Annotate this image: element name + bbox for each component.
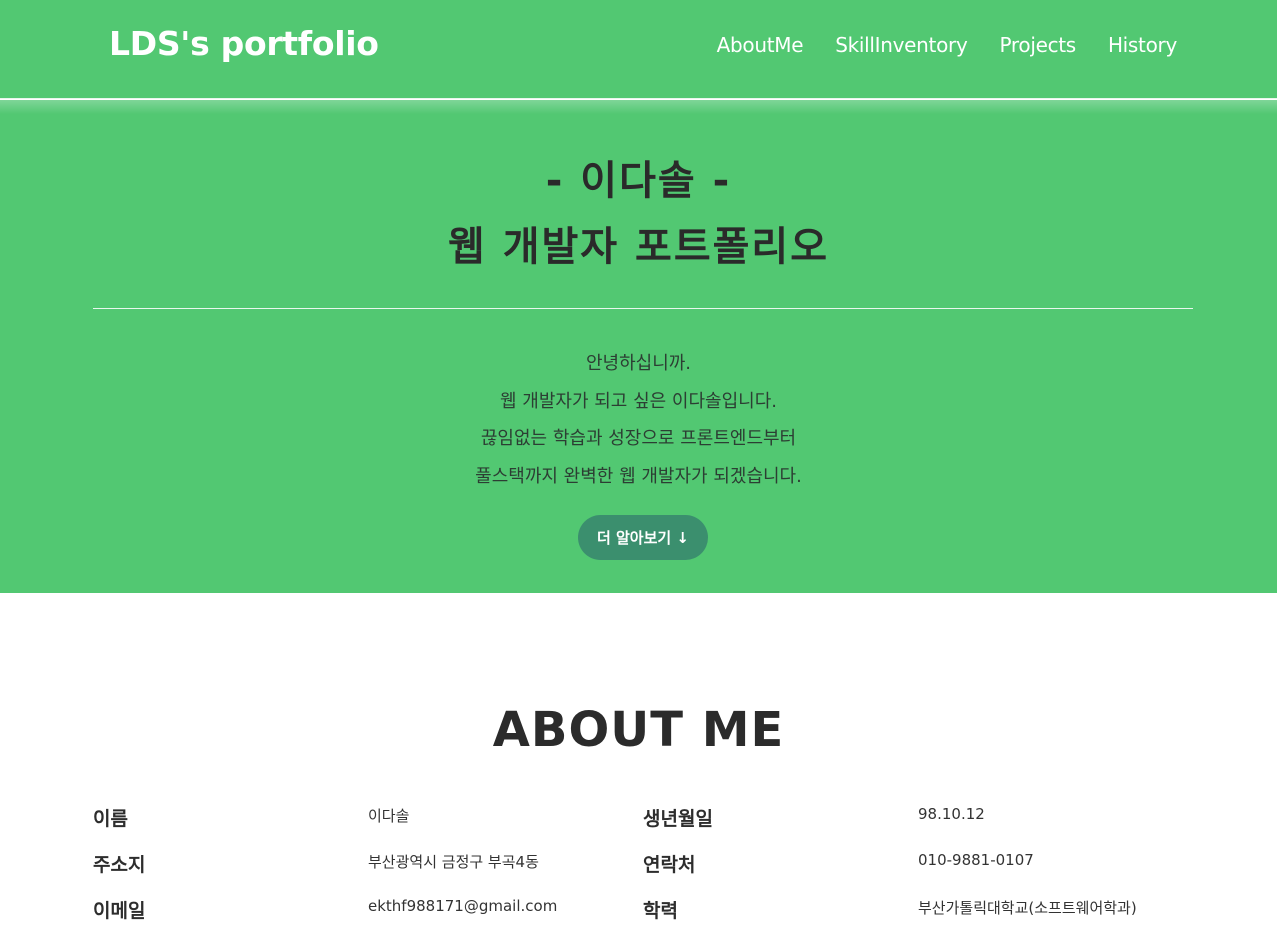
hero-title-name: - 이다솔 - xyxy=(545,158,732,204)
info-label-contact: 연락처 xyxy=(643,854,696,876)
hero-intro: 안녕하십니까. 웹 개발자가 되고 싶은 이다솔입니다. 끊임없는 학습과 성장… xyxy=(0,345,1277,495)
nav-link-aboutme[interactable]: AboutMe xyxy=(717,33,804,57)
info-label-birthdate: 생년월일 xyxy=(643,808,713,830)
hero-intro-line: 끊임없는 학습과 성장으로 프론트엔드부터 xyxy=(480,428,797,449)
nav-link-projects[interactable]: Projects xyxy=(999,33,1076,57)
info-value-name: 이다솔 xyxy=(368,807,410,825)
info-value-birthdate: 98.10.12 xyxy=(918,805,985,823)
navbar-shadow xyxy=(0,100,1277,114)
info-label-education: 학력 xyxy=(643,900,678,922)
hero-intro-line: 안녕하십니까. xyxy=(585,353,692,374)
info-value-address: 부산광역시 금정구 부곡4동 xyxy=(368,853,539,871)
info-value-education: 부산가톨릭대학교(소프트웨어학과) xyxy=(918,899,1137,917)
about-title: ABOUT ME xyxy=(492,702,785,758)
hero-divider xyxy=(93,308,1193,309)
info-value-email: ekthf988171@gmail.com xyxy=(368,897,558,915)
brand-logo[interactable]: LDS's portfolio xyxy=(109,24,379,63)
info-label-name: 이름 xyxy=(93,808,128,830)
nav-link-skillinventory[interactable]: SkillInventory xyxy=(835,33,968,57)
hero-title-subtitle: 웹 개발자 포트폴리오 xyxy=(447,224,830,270)
main-nav: AboutMe SkillInventory Projects History xyxy=(717,33,1178,57)
info-value-contact: 010-9881-0107 xyxy=(918,851,1034,869)
hero-intro-line: 웹 개발자가 되고 싶은 이다솔입니다. xyxy=(499,390,777,412)
nav-link-history[interactable]: History xyxy=(1108,33,1177,57)
hero-section: - 이다솔 - 웹 개발자 포트폴리오 안녕하십니까. 웹 개발자가 되고 싶은… xyxy=(0,100,1277,593)
learn-more-button[interactable]: 더 알아보기 ↓ xyxy=(578,515,708,560)
top-navbar: LDS's portfolio AboutMe SkillInventory P… xyxy=(0,0,1277,99)
info-label-address: 주소지 xyxy=(93,854,146,876)
info-label-email: 이메일 xyxy=(93,900,146,922)
hero-intro-line: 풀스택까지 완벽한 웹 개발자가 되겠습니다. xyxy=(475,465,802,487)
